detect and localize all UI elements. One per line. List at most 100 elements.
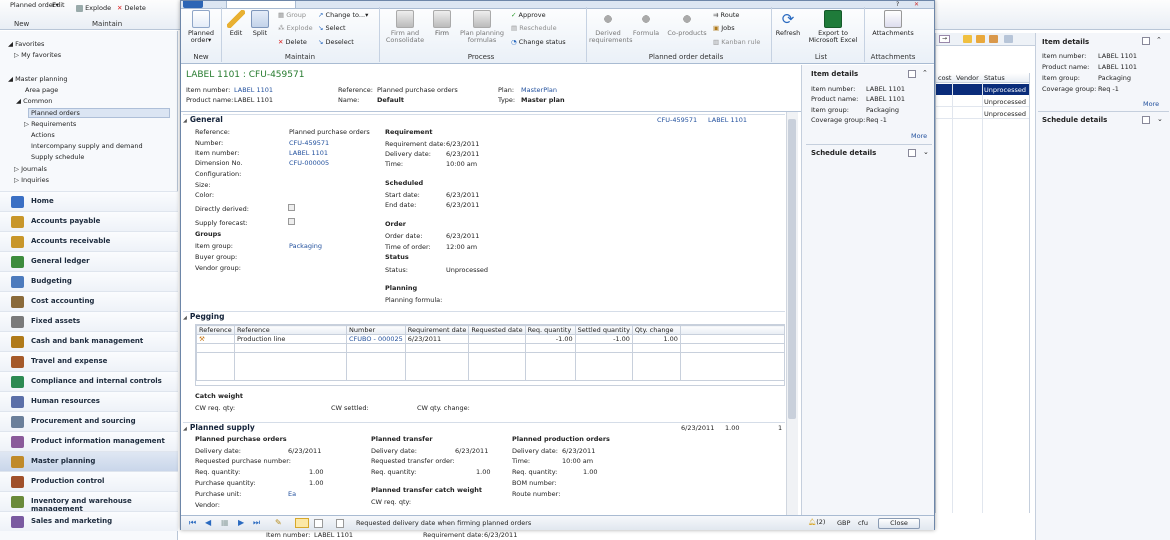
previous-record-icon[interactable]: ◀ <box>205 518 211 527</box>
nav-my-favorites[interactable]: ▷ My favorites <box>14 51 61 59</box>
form-scrollbar-thumb[interactable] <box>788 119 796 419</box>
reschedule-button[interactable]: ▤ Reschedule <box>511 24 557 32</box>
main-delete-button[interactable]: ✕ Delete <box>117 4 146 12</box>
col-reference[interactable]: Reference <box>196 325 235 335</box>
nav-journals[interactable]: ▷ Journals <box>14 165 47 173</box>
nav-favorites[interactable]: ◢ Favorites <box>8 40 44 48</box>
maximize-icon[interactable] <box>908 149 916 157</box>
derived-requirements-button[interactable]: Derived requirements <box>589 10 633 44</box>
help-icon[interactable]: ? <box>896 1 904 8</box>
factbox-maximize-icon[interactable] <box>1142 37 1150 45</box>
company-indicator[interactable]: cfu <box>858 519 868 527</box>
col-requirement-date[interactable]: Requirement date <box>404 325 470 335</box>
tab-planned-order[interactable] <box>226 1 296 9</box>
approve-button[interactable]: ✓ Approve <box>511 11 546 19</box>
currency-indicator[interactable]: GBP <box>837 519 850 527</box>
col-qty-change[interactable]: Qty. change <box>631 325 681 335</box>
module-inventory-and-warehouse-management[interactable]: Inventory and warehouse management <box>0 491 178 513</box>
table-row[interactable]: ⚒ Production line CFUBO - 000025 6/23/20… <box>196 334 784 344</box>
explode-button[interactable]: ⁂ Explode <box>278 24 313 32</box>
collapse-icon[interactable]: ⌃ <box>922 69 928 77</box>
module-production-control[interactable]: Production control <box>0 471 178 491</box>
module-procurement-and-sourcing[interactable]: Procurement and sourcing <box>0 411 178 431</box>
attachments-button[interactable]: Attachments <box>867 10 919 37</box>
planned-order-button[interactable]: Planned order▾ <box>184 10 218 44</box>
factbox-maximize-icon[interactable] <box>1142 116 1150 124</box>
schedule-details-title[interactable]: Schedule details <box>811 149 876 157</box>
module-cash-and-bank-management[interactable]: Cash and bank management <box>0 331 178 351</box>
refresh-button[interactable]: ⟳ Refresh <box>774 10 802 37</box>
expand-icon[interactable]: ⌄ <box>1157 115 1163 123</box>
nav-planned-orders[interactable]: Planned orders <box>28 108 170 118</box>
directly-derived-checkbox[interactable] <box>288 204 295 211</box>
export-excel-button[interactable]: Export to Microsoft Excel <box>805 10 861 44</box>
item-details-title[interactable]: Item details <box>811 70 858 78</box>
factbox-schedule-details-title[interactable]: Schedule details <box>1042 116 1107 124</box>
nav-requirements[interactable]: ▷ Requirements <box>24 120 76 128</box>
deselect-button[interactable]: ↘ Deselect <box>318 38 354 46</box>
firm-button[interactable]: Firm <box>431 10 453 37</box>
grid-toggle-icon[interactable] <box>314 519 323 528</box>
item-group-value[interactable]: Packaging <box>289 242 322 250</box>
module-human-resources[interactable]: Human resources <box>0 391 178 411</box>
change-to-button[interactable]: ↗ Change to...▾ <box>318 11 368 19</box>
module-home[interactable]: Home <box>0 191 178 211</box>
plan-formulas-button[interactable]: Plan planning formulas <box>457 10 507 44</box>
nav-inquiries[interactable]: ▷ Inquiries <box>14 176 49 184</box>
split-button[interactable]: Split <box>249 10 271 37</box>
col-req-quantity[interactable]: Req. quantity <box>524 325 576 335</box>
filter-by-selection-icon[interactable] <box>976 35 985 43</box>
next-record-icon[interactable]: ▶ <box>238 518 244 527</box>
module-cost-accounting[interactable]: Cost accounting <box>0 291 178 311</box>
header-plan[interactable]: MasterPlan <box>521 86 557 94</box>
nav-master-planning[interactable]: ◢ Master planning <box>8 75 68 83</box>
module-compliance-and-internal-controls[interactable]: Compliance and internal controls <box>0 371 178 391</box>
nav-actions[interactable]: Actions <box>31 131 55 139</box>
module-sales-and-marketing[interactable]: Sales and marketing <box>0 511 178 531</box>
col-cost[interactable]: cost <box>938 74 952 82</box>
collapse-icon[interactable]: ⌃ <box>1156 36 1162 44</box>
nav-intercompany[interactable]: Intercompany supply and demand <box>31 142 143 150</box>
module-accounts-receivable[interactable]: Accounts receivable <box>0 231 178 251</box>
col-settled-quantity[interactable]: Settled quantity <box>574 325 633 335</box>
arrow-right-icon[interactable]: → <box>939 35 950 43</box>
select-button[interactable]: ↘ Select <box>318 24 346 32</box>
nav-area-page[interactable]: Area page <box>25 86 58 94</box>
document-icon[interactable] <box>336 519 344 528</box>
col-reference-2[interactable]: Reference <box>234 325 347 335</box>
first-record-icon[interactable]: ⏮ <box>189 518 196 528</box>
col-vendor[interactable]: Vendor <box>956 74 979 82</box>
main-explode-button[interactable]: Explode <box>76 4 111 12</box>
edit-button[interactable]: Edit <box>225 10 247 37</box>
module-budgeting[interactable]: Budgeting <box>0 271 178 291</box>
edit-mode-icon[interactable]: ✎ <box>275 518 282 527</box>
module-general-ledger[interactable]: General ledger <box>0 251 178 271</box>
factbox-item-details-title[interactable]: Item details <box>1042 38 1089 46</box>
module-product-information-management[interactable]: Product information management <box>0 431 178 451</box>
advanced-filter-icon[interactable] <box>989 35 998 43</box>
kanban-rule-button[interactable]: ▥ Kanban rule <box>713 38 760 46</box>
maximize-icon[interactable] <box>908 70 916 78</box>
nav-common[interactable]: ◢ Common <box>16 97 52 105</box>
details-view-icon[interactable] <box>295 518 309 528</box>
co-products-button[interactable]: Co-products <box>665 10 709 37</box>
col-number[interactable]: Number <box>346 325 406 335</box>
remove-filter-icon[interactable] <box>1004 35 1013 43</box>
grid-view-icon[interactable]: ▦ <box>221 518 229 527</box>
col-status[interactable]: Status <box>984 74 1005 82</box>
firm-consolidate-button[interactable]: Firm and Consolidate <box>383 10 427 44</box>
section-pegging[interactable]: Pegging <box>183 311 785 322</box>
formula-button[interactable]: Formula <box>631 10 661 37</box>
item-number-value[interactable]: LABEL 1101 <box>289 149 328 157</box>
change-status-button[interactable]: ◔ Change status <box>511 38 566 46</box>
number-value[interactable]: CFU-459571 <box>289 139 329 147</box>
alerts-indicator[interactable]: 🔔︎(2) <box>808 518 825 526</box>
group-button[interactable]: ▦ Group <box>278 11 306 19</box>
filter-icon[interactable] <box>963 35 972 43</box>
delete-button[interactable]: ✕ Delete <box>278 38 307 46</box>
factbox-more-link[interactable]: More <box>1143 100 1159 108</box>
module-accounts-payable[interactable]: Accounts payable <box>0 211 178 231</box>
col-requested-date[interactable]: Requested date <box>468 325 526 335</box>
dimension-value[interactable]: CFU-000005 <box>289 159 329 167</box>
supply-forecast-checkbox[interactable] <box>288 218 295 225</box>
